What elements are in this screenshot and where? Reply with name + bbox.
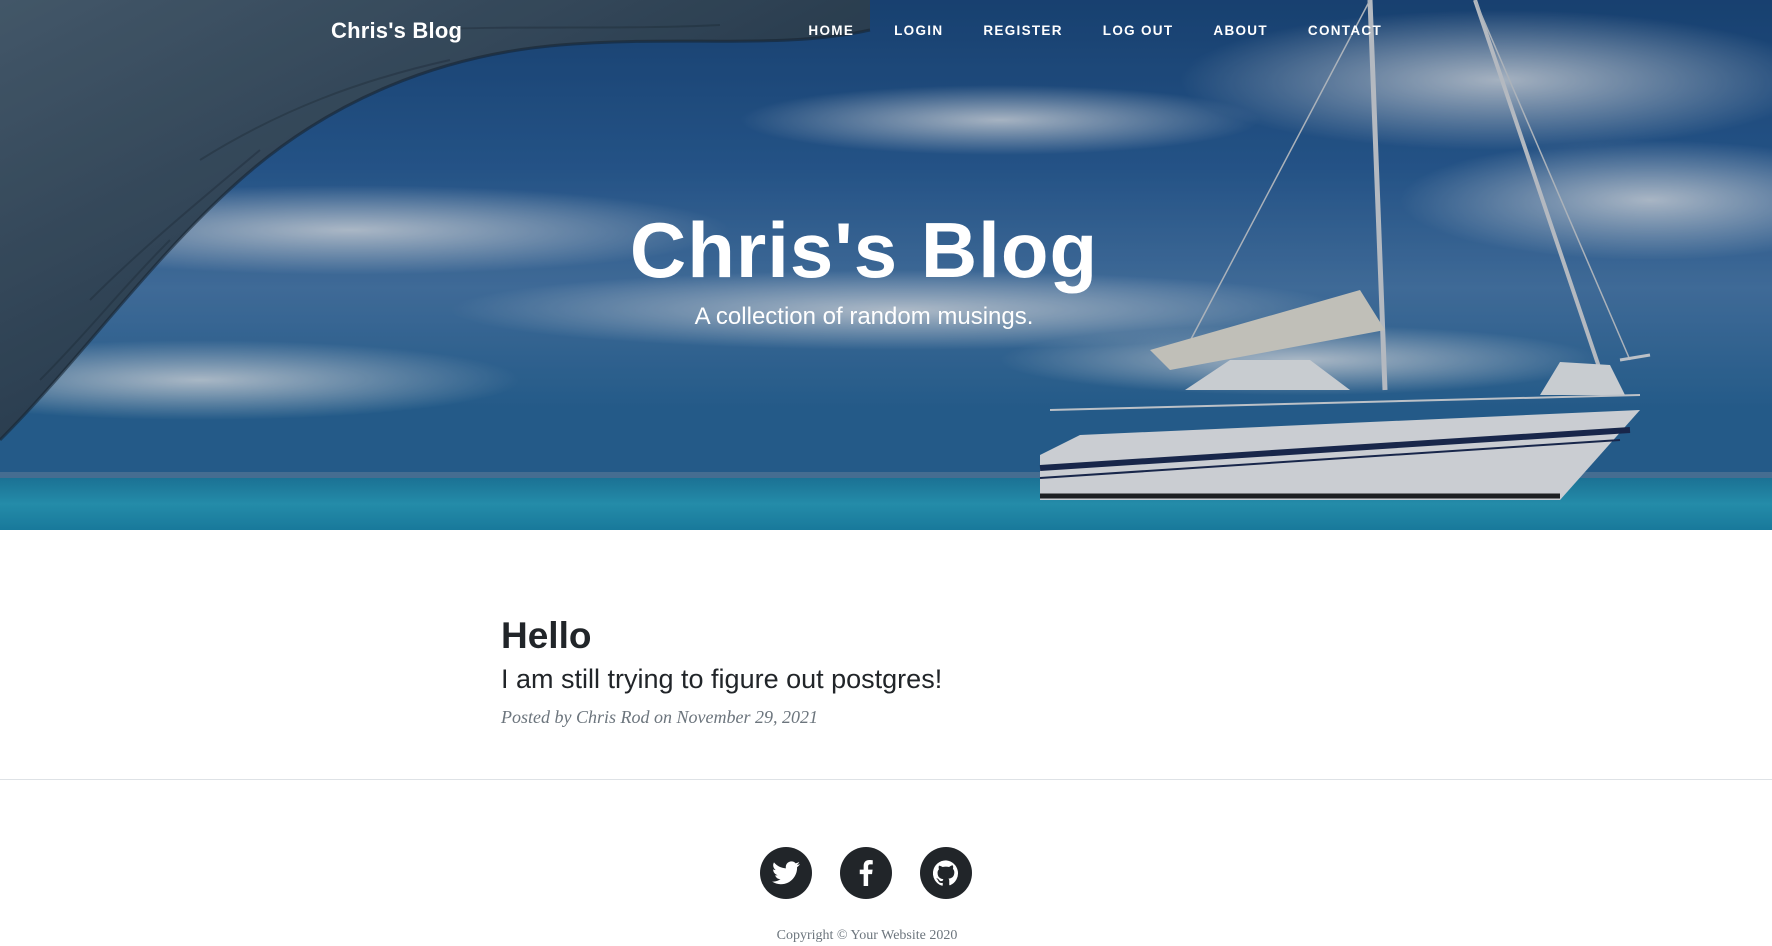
github-link[interactable]	[920, 847, 972, 899]
masthead: Chris's Blog HOME LOGIN REGISTER LOG OUT…	[0, 0, 1772, 530]
page-subtitle: A collection of random musings.	[694, 303, 1034, 330]
facebook-link[interactable]	[840, 847, 892, 899]
nav-link-login[interactable]: LOGIN	[874, 23, 963, 38]
footer: Copyright © Your Website 2020	[0, 780, 1772, 946]
nav-link-contact[interactable]: CONTACT	[1288, 23, 1402, 38]
nav-link-home[interactable]: HOME	[788, 23, 874, 38]
navbar-brand[interactable]: Chris's Blog	[331, 18, 462, 44]
page-title: Chris's Blog	[629, 206, 1099, 294]
nav-link-logout[interactable]: LOG OUT	[1083, 23, 1194, 38]
nav-link-register[interactable]: REGISTER	[963, 23, 1082, 38]
twitter-link[interactable]	[760, 847, 812, 899]
github-icon	[933, 860, 958, 886]
social-links	[760, 847, 972, 899]
post-link[interactable]: Hello I am still trying to figure out po…	[501, 614, 1271, 695]
copyright-text: Copyright © Your Website 2020	[776, 928, 958, 943]
post-preview: Hello I am still trying to figure out po…	[501, 614, 1271, 746]
nav-links: HOME LOGIN REGISTER LOG OUT ABOUT CONTAC…	[788, 23, 1402, 38]
post-meta: Posted by Chris Rod on November 29, 2021	[501, 707, 818, 727]
facebook-icon	[859, 860, 873, 886]
post-list: Hello I am still trying to figure out po…	[0, 530, 1772, 780]
post-subtitle[interactable]: I am still trying to figure out postgres…	[501, 664, 1271, 695]
nav-link-about[interactable]: ABOUT	[1193, 23, 1288, 38]
post-title[interactable]: Hello	[501, 614, 1271, 658]
site-heading: Chris's Blog A collection of random musi…	[0, 205, 1728, 331]
navbar: Chris's Blog HOME LOGIN REGISTER LOG OUT…	[0, 0, 1772, 64]
twitter-icon	[772, 861, 800, 885]
